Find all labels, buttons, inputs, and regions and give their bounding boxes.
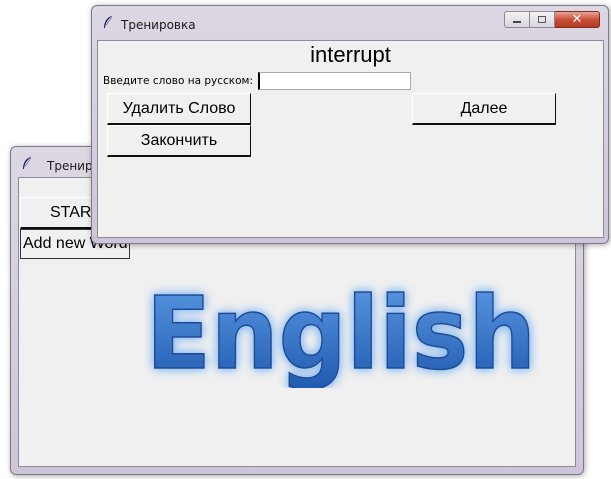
finish-button[interactable]: Закончить <box>107 125 251 157</box>
next-button[interactable]: Далее <box>412 93 556 125</box>
english-logo-text: English <box>146 275 536 388</box>
front-window-titlebar[interactable]: Тренировка ✕ <box>92 6 608 38</box>
close-button[interactable]: ✕ <box>555 11 600 28</box>
feather-icon <box>104 15 113 28</box>
answer-prompt-label: Введите слово на русском: <box>103 75 253 87</box>
delete-word-button[interactable]: Удалить Слово <box>107 93 251 125</box>
window-controls: ✕ <box>504 11 600 28</box>
close-icon: ✕ <box>571 12 583 27</box>
maximize-icon <box>538 15 546 23</box>
feather-icon <box>23 156 32 169</box>
answer-input[interactable] <box>258 72 411 90</box>
front-window: Тренировка ✕ interrupt Введите слово на … <box>91 5 609 244</box>
maximize-button[interactable] <box>530 11 555 28</box>
front-window-client: interrupt Введите слово на русском: Удал… <box>97 40 604 238</box>
front-window-title: Тренировка <box>121 18 196 32</box>
minimize-button[interactable] <box>504 11 530 28</box>
current-word-label: interrupt <box>310 42 391 67</box>
minimize-icon <box>513 20 521 23</box>
english-logo: English <box>145 274 537 388</box>
